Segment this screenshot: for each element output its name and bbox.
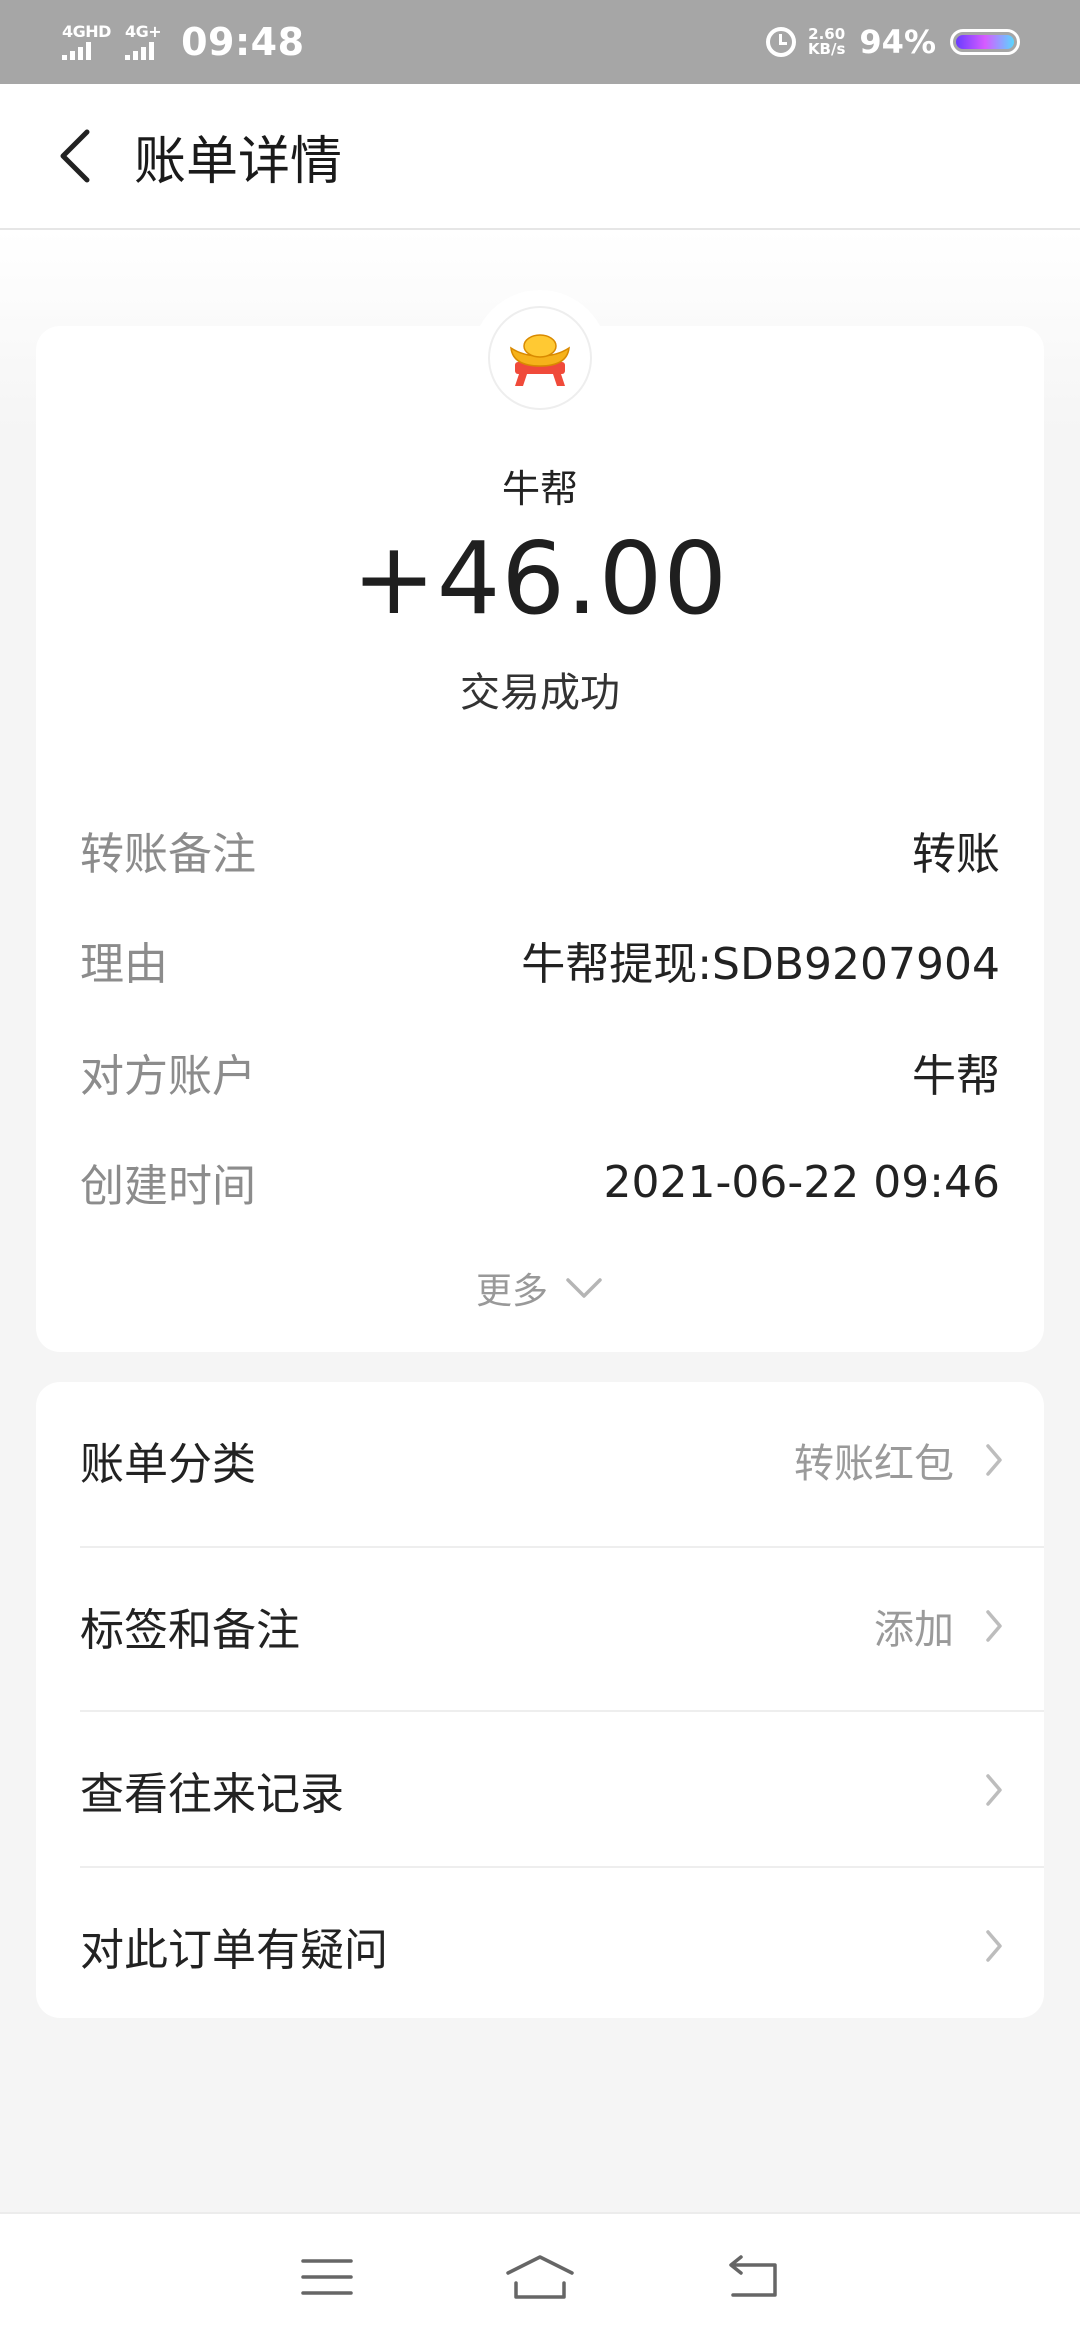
detail-value: 2021-06-22 09:46	[603, 1156, 1001, 1208]
merchant-name: 牛帮	[501, 467, 578, 511]
return-icon	[729, 2255, 778, 2297]
menu-item-order-question[interactable]: 对此订单有疑问	[80, 1868, 1044, 2024]
menu-item-label: 标签和备注	[80, 1605, 300, 1656]
menu-item-label: 账单分类	[80, 1439, 256, 1490]
bill-actions-card: 账单分类 转账红包 标签和备注 添加 查看往来记录 对此订单有疑问	[36, 1382, 1044, 2018]
chevron-right-icon	[986, 1444, 1002, 1476]
menu-item-right	[984, 1772, 1004, 1808]
detail-key: 理由	[80, 939, 168, 990]
page-title: 账单详情	[134, 131, 343, 192]
status-bar-right: 2.60 KB/s 94%	[765, 23, 1020, 61]
hamburger-menu-icon	[300, 2259, 353, 2295]
menu-item-tags-notes[interactable]: 标签和备注 添加	[80, 1548, 1044, 1704]
detail-key: 对方账户	[80, 1051, 256, 1102]
chevron-down-icon	[566, 1278, 602, 1298]
signal-2: 4G+	[124, 22, 162, 60]
merchant-avatar	[488, 306, 592, 410]
back-nav-button[interactable]	[713, 2237, 793, 2317]
chevron-right-icon	[986, 1774, 1002, 1806]
menu-button[interactable]	[287, 2237, 367, 2317]
chevron-right-icon	[986, 1930, 1002, 1962]
battery-icon	[950, 29, 1020, 55]
menu-item-right: 添加	[874, 1597, 1004, 1655]
signal-1: 4GHD	[62, 24, 111, 60]
back-button[interactable]	[30, 111, 120, 201]
transaction-status: 交易成功	[460, 670, 620, 716]
chevron-left-icon	[60, 129, 90, 183]
more-toggle[interactable]: 更多	[0, 1262, 1080, 1314]
app-bar: 账单详情	[0, 84, 1080, 230]
network-speed: 2.60 KB/s	[808, 27, 845, 57]
detail-value: 牛帮提现:SDB9207904	[521, 939, 1000, 990]
menu-item-bill-category[interactable]: 账单分类 转账红包	[80, 1382, 1044, 1538]
status-bar-left: 4GHD 4G+ 09:48	[62, 20, 305, 64]
signal-bars-icon	[62, 42, 91, 60]
chevron-right-icon	[986, 1610, 1002, 1642]
network-type-2: 4G+	[124, 22, 162, 41]
detail-row-account: 对方账户 牛帮	[80, 1040, 1000, 1104]
alarm-icon	[765, 27, 796, 57]
detail-value: 转账	[912, 829, 1000, 880]
status-time: 09:48	[181, 20, 305, 64]
home-icon	[506, 2255, 574, 2299]
battery-percent: 94%	[859, 23, 936, 61]
signal-bars-icon	[124, 42, 154, 60]
menu-item-view-history[interactable]: 查看往来记录	[80, 1712, 1044, 1868]
transaction-amount: +46.00	[351, 520, 729, 637]
network-speed-unit: KB/s	[807, 40, 846, 58]
detail-row-reason: 理由 牛帮提现:SDB9207904	[80, 928, 1000, 992]
gold-ingot-icon	[510, 334, 570, 386]
menu-item-right	[984, 1928, 1004, 1964]
home-button[interactable]	[500, 2237, 580, 2317]
menu-item-value: 添加	[874, 1607, 954, 1653]
detail-row-created-time: 创建时间 2021-06-22 09:46	[80, 1150, 1000, 1214]
more-label: 更多	[475, 1271, 548, 1312]
detail-value: 牛帮	[912, 1051, 1000, 1102]
network-type-1: 4GHD	[62, 22, 111, 41]
detail-key: 创建时间	[80, 1161, 256, 1212]
menu-item-value: 转账红包	[794, 1441, 954, 1487]
merchant-avatar-ring	[472, 290, 608, 426]
detail-row-note: 转账备注 转账	[80, 818, 1000, 882]
menu-item-label: 对此订单有疑问	[80, 1925, 388, 1976]
status-bar: 4GHD 4G+ 09:48 2.60 KB/s 94%	[0, 0, 1080, 84]
detail-key: 转账备注	[80, 829, 256, 880]
system-nav-bar	[0, 2212, 1080, 2340]
menu-item-label: 查看往来记录	[80, 1769, 344, 1820]
menu-item-right: 转账红包	[794, 1431, 1004, 1489]
